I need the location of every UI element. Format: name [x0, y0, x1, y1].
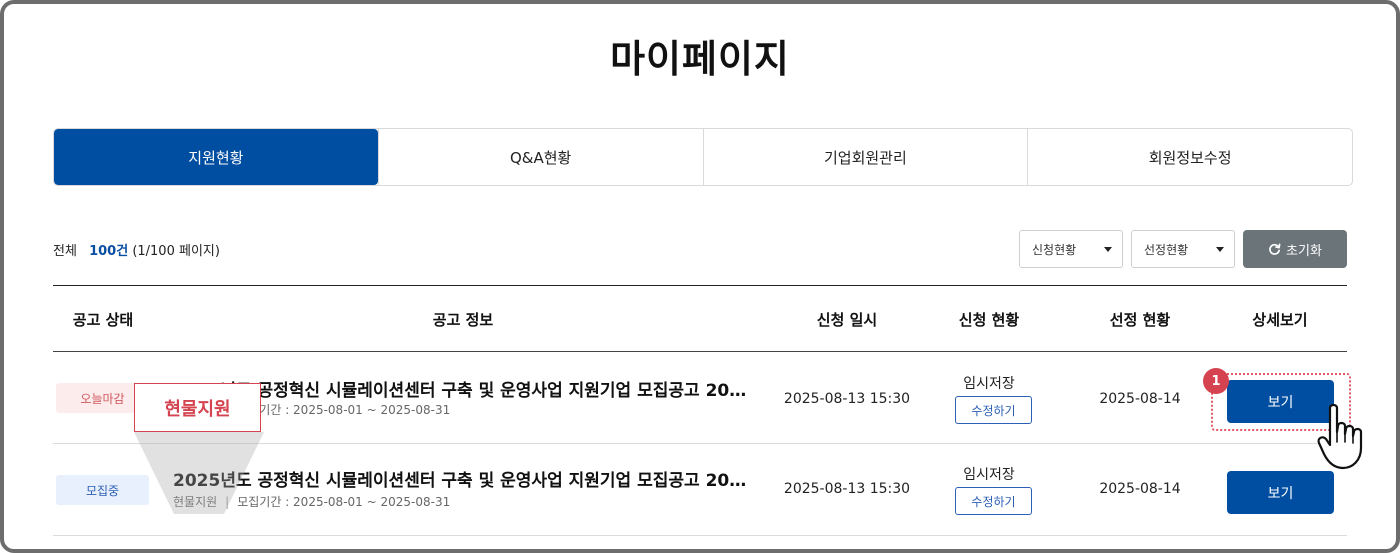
summary-pages: (1/100 페이지) [132, 244, 220, 259]
step-number-badge: 1 [1203, 368, 1229, 394]
reset-button[interactable]: 초기화 [1243, 230, 1347, 268]
apply-state: 임시저장 [963, 467, 1015, 483]
tab-company-member[interactable]: 기업회원관리 [702, 129, 1028, 185]
selected-at: 2025-08-14 [1099, 481, 1181, 497]
applied-at: 2025-08-13 15:30 [783, 481, 911, 497]
tab-member-info[interactable]: 회원정보수정 [1027, 129, 1352, 185]
selected-at: 2025-08-14 [1099, 391, 1181, 407]
table-top-border [53, 285, 1347, 286]
callout-pointer [134, 432, 264, 514]
select-status-select[interactable]: 선정현황 [1131, 230, 1235, 268]
callout-label: 현물지원 [134, 383, 261, 432]
tab-qa-status[interactable]: Q&A현황 [377, 129, 703, 185]
row-divider [53, 535, 1347, 536]
header-applied-at: 신청 일시 [816, 311, 878, 329]
caret-down-icon [1104, 247, 1112, 252]
apply-state: 임시저장 [963, 376, 1015, 392]
edit-button[interactable]: 수정하기 [955, 396, 1032, 424]
tab-bar: 지원현황 Q&A현황 기업회원관리 회원정보수정 [53, 128, 1353, 186]
apply-status-select[interactable]: 신청현황 [1019, 230, 1123, 268]
select-status-value: 선정현황 [1144, 242, 1189, 257]
pointing-hand-icon [1317, 403, 1363, 470]
tab-application-status[interactable]: 지원현황 [54, 129, 378, 185]
header-notice-info: 공고 정보 [432, 311, 494, 329]
applied-at: 2025-08-13 15:30 [783, 391, 911, 407]
summary-count: 100건 [89, 244, 129, 259]
result-summary: 전체 100건 (1/100 페이지) [53, 240, 220, 259]
page-title: 마이페이지 [610, 37, 790, 81]
reset-label: 초기화 [1286, 243, 1322, 259]
screenshot-frame: 마이페이지 지원현황 Q&A현황 기업회원관리 회원정보수정 전체 100건 (… [0, 0, 1400, 553]
view-button[interactable]: 보기 [1227, 471, 1334, 514]
summary-prefix: 전체 [53, 244, 77, 259]
refresh-icon [1269, 243, 1281, 255]
apply-status-value: 신청현황 [1032, 242, 1077, 257]
header-selected-at: 선정 현황 [1109, 311, 1171, 329]
header-detail: 상세보기 [1252, 311, 1308, 329]
caret-down-icon [1216, 247, 1224, 252]
recruit-period: 모집기간 : 2025-08-01 ~ 2025-08-31 [237, 403, 451, 417]
recruit-period: 모집기간 : 2025-08-01 ~ 2025-08-31 [237, 495, 451, 509]
header-bottom-border [53, 351, 1347, 352]
header-notice-status: 공고 상태 [72, 311, 134, 329]
header-apply-state: 신청 현황 [958, 311, 1020, 329]
edit-button[interactable]: 수정하기 [955, 487, 1032, 515]
